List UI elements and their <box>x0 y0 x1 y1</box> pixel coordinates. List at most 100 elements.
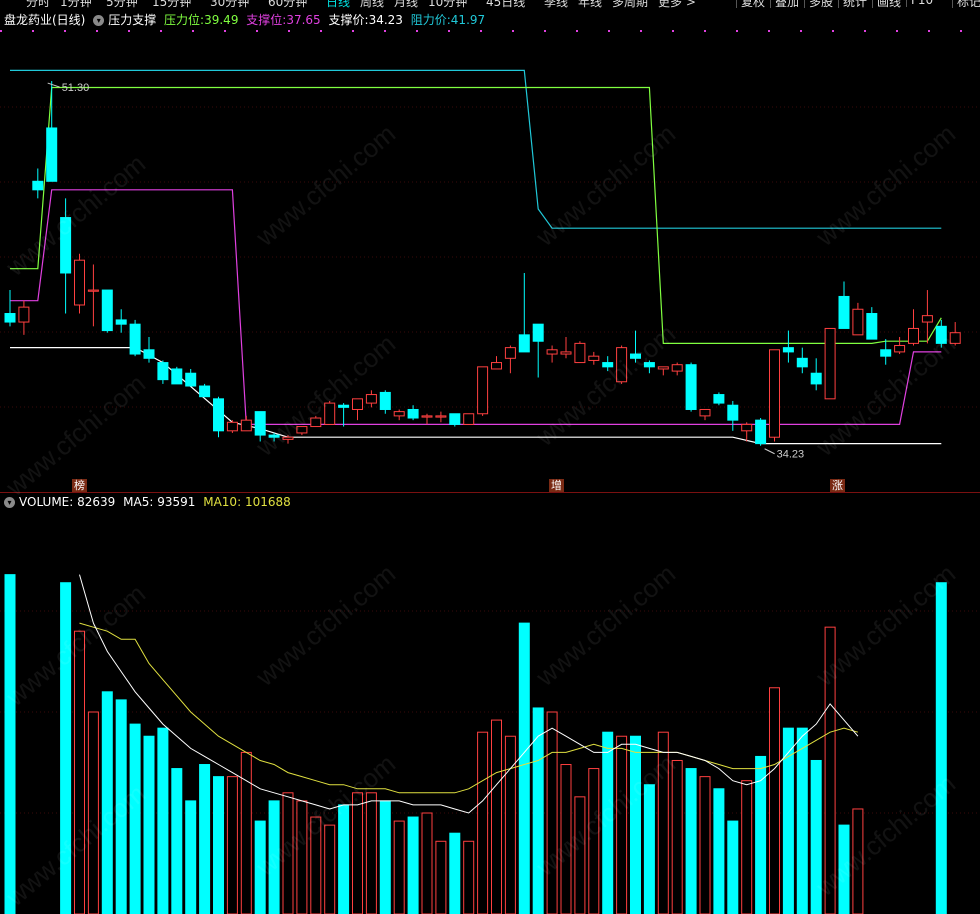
high-arrow <box>47 82 60 88</box>
volume-chart[interactable] <box>0 510 980 914</box>
ma5-label: MA5: <box>123 495 154 509</box>
ma10-label: MA10: <box>203 495 242 509</box>
main-chart-header: 盘龙药业(日线) ▾ 压力支撑 压力位:39.49 支撑位:37.65 支撑价:3… <box>4 12 489 28</box>
candle-body <box>908 327 919 344</box>
candle-body <box>880 349 892 357</box>
volume-bar <box>393 820 405 914</box>
support-price-label: 支撑价: <box>328 13 369 27</box>
candle-body <box>46 127 58 182</box>
candle-body <box>741 423 753 432</box>
candle-body <box>213 398 224 432</box>
period-tab-14[interactable]: 更多 > <box>658 0 696 8</box>
period-tab-12[interactable]: 年线 <box>578 0 602 8</box>
period-tab-3[interactable]: 15分钟 <box>152 0 191 8</box>
volume-bar <box>199 764 211 914</box>
volume-bar <box>421 812 433 914</box>
period-tab-8[interactable]: 月线 <box>394 0 418 8</box>
candle-body <box>838 295 850 329</box>
candle-body <box>129 323 141 355</box>
period-tab-4[interactable]: 30分钟 <box>210 0 249 8</box>
candle-body <box>574 342 586 364</box>
event-tag-1[interactable]: 榜 <box>72 479 87 492</box>
candle-body <box>810 372 822 385</box>
volume-bar <box>935 582 947 914</box>
candle-body <box>101 289 113 332</box>
volume-bar <box>74 630 85 914</box>
resist-price-label: 阻力价: <box>410 13 451 27</box>
volume-header: ▾ VOLUME: 82639 MA5: 93591 MA10: 101688 <box>4 494 295 510</box>
volume-bar <box>727 820 739 914</box>
event-tag-3[interactable]: 涨 <box>830 479 845 492</box>
period-tab-10[interactable]: 45日线 <box>486 0 525 8</box>
indicator-name[interactable]: 压力支撑 <box>108 13 156 27</box>
candle-body <box>769 349 780 438</box>
volume-bar <box>518 622 530 914</box>
candle-body <box>713 394 725 404</box>
volume-bar <box>226 776 238 914</box>
volume-bar <box>713 788 725 914</box>
volume-bar <box>491 719 502 914</box>
volume-bar <box>449 832 461 914</box>
volume-bar <box>157 727 169 914</box>
event-tag-2[interactable]: 增 <box>549 479 564 492</box>
period-tab-2[interactable]: 5分钟 <box>106 0 138 8</box>
tool-tab-0[interactable]: 复权 <box>736 0 769 8</box>
volume-bar <box>546 711 558 914</box>
candle-body <box>518 334 530 353</box>
volume-menu-icon[interactable]: ▾ <box>4 497 15 508</box>
candle-body <box>171 368 183 385</box>
period-tab-13[interactable]: 多周期 <box>612 0 648 8</box>
support-price-value: 34.23 <box>368 13 403 27</box>
volume-bar <box>504 735 516 914</box>
tool-tab-3[interactable]: 统计 <box>838 0 871 8</box>
pressure-value: 39.49 <box>204 13 239 27</box>
candle-body <box>199 385 211 398</box>
candle-body <box>421 415 433 418</box>
resist-price-value: 41.97 <box>450 13 486 27</box>
volume-bar <box>699 776 711 914</box>
candle-body <box>32 180 44 191</box>
period-tab-5[interactable]: 60分钟 <box>268 0 307 8</box>
tool-tab-5[interactable]: F10 <box>906 0 937 7</box>
candle-body <box>504 347 516 359</box>
period-tab-1[interactable]: 1分钟 <box>60 0 92 8</box>
candle-body <box>588 355 600 361</box>
candle-body <box>365 394 377 404</box>
period-tab-9[interactable]: 10分钟 <box>428 0 467 8</box>
period-tab-6[interactable]: 日线 <box>326 0 350 8</box>
low-arrow <box>764 448 775 455</box>
pressure-line <box>10 86 942 344</box>
tool-tab-2[interactable]: 多股 <box>804 0 837 8</box>
resist-price-line <box>10 69 942 229</box>
volume-bar <box>213 776 224 914</box>
candle-body <box>755 419 767 445</box>
candle-body <box>782 347 794 353</box>
high-annotation: 51.30 <box>62 82 90 94</box>
period-tab-7[interactable]: 周线 <box>360 0 384 8</box>
volume-bar <box>769 687 780 914</box>
candle-body <box>727 404 739 421</box>
candlestick-chart[interactable]: 51.30 34.23 <box>0 32 980 482</box>
candle-body <box>921 315 933 323</box>
stock-name[interactable]: 盘龙药业(日线) <box>4 13 85 27</box>
volume-label: VOLUME: <box>19 495 74 509</box>
indicator-menu-icon[interactable]: ▾ <box>93 15 105 26</box>
volume-bar <box>463 840 475 914</box>
candle-body <box>796 357 808 368</box>
period-toolbar: 分时 1分钟 5分钟 15分钟 30分钟 60分钟 日线 周线 月线 10分钟 45日线 季线 年线 多周… <box>0 0 980 8</box>
pane-divider <box>0 492 980 493</box>
volume-bar <box>365 792 377 914</box>
period-tab-0[interactable]: 分时 <box>26 0 50 8</box>
volume-bar <box>685 768 697 914</box>
tool-tab-4[interactable]: 画线 <box>872 0 905 8</box>
candle-body <box>4 313 16 323</box>
period-tab-11[interactable]: 季线 <box>544 0 568 8</box>
volume-bar <box>324 824 336 914</box>
candle-body <box>115 319 127 325</box>
candle-body <box>894 345 906 353</box>
tool-tab-1[interactable]: 叠加 <box>770 0 803 8</box>
tool-tab-6[interactable]: 标记 <box>952 0 980 8</box>
candle-body <box>852 308 864 336</box>
candle-body <box>143 349 155 359</box>
candle-body <box>657 366 669 370</box>
